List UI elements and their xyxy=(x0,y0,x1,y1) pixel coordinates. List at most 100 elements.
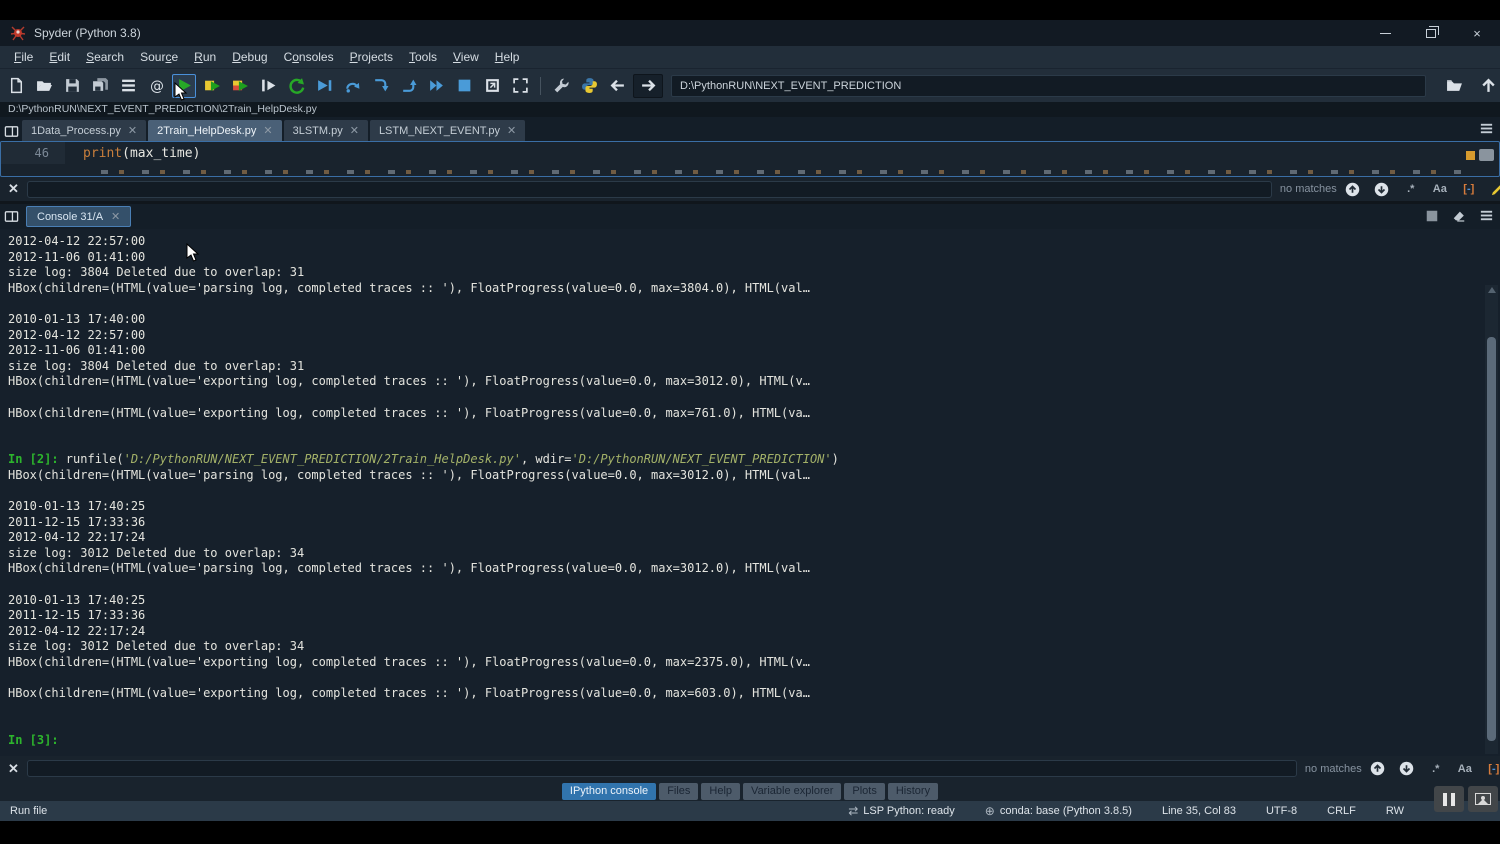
menu-consoles[interactable]: Consoles xyxy=(276,48,342,66)
console-line: 2012-11-06 01:41:00 xyxy=(8,343,1500,359)
whole-words-icon[interactable]: [-] xyxy=(1486,761,1500,777)
browse-consoles-icon[interactable] xyxy=(0,207,22,227)
preferences-button[interactable] xyxy=(549,74,573,98)
save-button[interactable] xyxy=(60,74,84,98)
console-tab-close-icon[interactable]: ✕ xyxy=(111,210,120,223)
find-close-icon[interactable]: ✕ xyxy=(8,181,19,197)
browse-tabs-icon[interactable] xyxy=(0,121,22,141)
step-into-button[interactable] xyxy=(368,74,392,98)
rerun-cell-button[interactable] xyxy=(284,74,308,98)
menu-run[interactable]: Run xyxy=(186,48,224,66)
code-editor[interactable]: 46 print(max_time) xyxy=(0,141,1500,177)
console-tab[interactable]: Console 31/A ✕ xyxy=(26,206,131,227)
file-switcher-button[interactable] xyxy=(116,74,140,98)
python-path-button[interactable] xyxy=(577,74,601,98)
find-symbols-button[interactable]: @ xyxy=(144,74,168,98)
find-status: no matches xyxy=(1305,763,1362,775)
maximize-pane-button[interactable] xyxy=(480,74,504,98)
console-line xyxy=(8,702,1500,718)
regex-icon[interactable]: .* xyxy=(1428,761,1444,777)
panel-tab-ipython-console[interactable]: IPython console xyxy=(562,783,656,800)
editor-tab-lstm-next-event-py[interactable]: LSTM_NEXT_EVENT.py✕ xyxy=(370,120,525,141)
console-line: size log: 3012 Deleted due to overlap: 3… xyxy=(8,546,1500,562)
find-close-icon[interactable]: ✕ xyxy=(8,761,19,777)
find-next-icon[interactable] xyxy=(1399,761,1415,777)
console-line: HBox(children=(HTML(value='exporting log… xyxy=(8,686,1500,702)
find-input[interactable] xyxy=(27,181,1272,198)
open-file-button[interactable] xyxy=(32,74,56,98)
console-line: size log: 3012 Deleted due to overlap: 3… xyxy=(8,639,1500,655)
highlight-matches-icon[interactable] xyxy=(1490,181,1500,197)
menu-help[interactable]: Help xyxy=(487,48,528,66)
code-line: print(max_time) xyxy=(65,146,200,161)
panel-tab-history[interactable]: History xyxy=(888,783,938,800)
tab-close-icon[interactable]: ✕ xyxy=(263,124,272,137)
case-sensitive-icon[interactable]: Aa xyxy=(1457,761,1473,777)
find-next-icon[interactable] xyxy=(1374,181,1390,197)
tab-close-icon[interactable]: ✕ xyxy=(128,124,137,137)
case-sensitive-icon[interactable]: Aa xyxy=(1432,181,1448,197)
tab-close-icon[interactable]: ✕ xyxy=(507,124,516,137)
close-button[interactable]: × xyxy=(1454,20,1500,46)
lsp-icon: ⇄ xyxy=(848,804,858,818)
console-line: 2012-04-12 22:57:00 xyxy=(8,328,1500,344)
ipython-console[interactable]: 2012-04-12 22:57:002012-11-06 01:41:00 si… xyxy=(0,229,1500,756)
remove-variables-icon[interactable] xyxy=(1451,209,1467,228)
editor-tab-2train-helpdesk-py[interactable]: 2Train_HelpDesk.py✕ xyxy=(148,120,281,141)
overlay-pause-button[interactable] xyxy=(1434,786,1464,812)
editor-tab-1data-process-py[interactable]: 1Data_Process.py✕ xyxy=(22,120,146,141)
toolbar-separator xyxy=(540,77,541,95)
editor-widget-icon[interactable] xyxy=(1479,149,1494,161)
run-selection-button[interactable] xyxy=(256,74,280,98)
menu-file[interactable]: File xyxy=(6,48,41,66)
browse-directory-button[interactable] xyxy=(1442,74,1466,98)
editor-tab-3lstm-py[interactable]: 3LSTM.py✕ xyxy=(284,120,368,141)
console-options-menu-icon[interactable] xyxy=(1479,208,1494,228)
menu-tools[interactable]: Tools xyxy=(401,48,445,66)
find-previous-icon[interactable] xyxy=(1345,181,1361,197)
regex-icon[interactable]: .* xyxy=(1403,181,1419,197)
panel-tab-help[interactable]: Help xyxy=(701,783,740,800)
find-input[interactable] xyxy=(27,760,1297,777)
interrupt-kernel-icon[interactable] xyxy=(1425,209,1439,228)
editor-options-menu-icon[interactable] xyxy=(1479,121,1494,141)
tab-close-icon[interactable]: ✕ xyxy=(350,124,359,137)
console-scrollbar-thumb[interactable] xyxy=(1487,337,1496,741)
minimize-button[interactable] xyxy=(1362,20,1408,46)
panel-tab-files[interactable]: Files xyxy=(659,783,698,800)
console-scrollbar[interactable] xyxy=(1485,285,1498,754)
forward-button[interactable] xyxy=(633,74,663,98)
run-cell-advance-button[interactable] xyxy=(228,74,252,98)
step-return-button[interactable] xyxy=(396,74,420,98)
status-bar: Run file ⇄LSP Python: ready⊕conda: base … xyxy=(0,801,1500,821)
run-cell-button[interactable] xyxy=(200,74,224,98)
panel-tab-variable-explorer[interactable]: Variable explorer xyxy=(743,783,841,800)
status-rw: RW xyxy=(1386,805,1404,817)
status-line-35-col-83: Line 35, Col 83 xyxy=(1162,805,1236,817)
continue-button[interactable] xyxy=(424,74,448,98)
debug-file-button[interactable] xyxy=(312,74,336,98)
fullscreen-button[interactable] xyxy=(508,74,532,98)
menu-source[interactable]: Source xyxy=(132,48,186,66)
step-over-button[interactable] xyxy=(340,74,364,98)
menu-debug[interactable]: Debug xyxy=(224,48,275,66)
save-all-button[interactable] xyxy=(88,74,112,98)
stop-button[interactable] xyxy=(452,74,476,98)
console-line: 2010-01-13 17:40:00 xyxy=(8,312,1500,328)
menu-projects[interactable]: Projects xyxy=(342,48,401,66)
restore-button[interactable] xyxy=(1408,20,1454,46)
console-tab-bar: Console 31/A ✕ xyxy=(0,204,1500,229)
menu-search[interactable]: Search xyxy=(78,48,132,66)
menu-view[interactable]: View xyxy=(445,48,487,66)
overlay-pip-button[interactable] xyxy=(1468,786,1498,812)
whole-words-icon[interactable]: [-] xyxy=(1461,181,1477,197)
line-number: 46 xyxy=(1,142,65,164)
scrollbar-up-arrow-icon[interactable] xyxy=(1488,287,1496,293)
working-directory-input[interactable] xyxy=(671,75,1426,97)
new-file-button[interactable] xyxy=(4,74,28,98)
menu-edit[interactable]: Edit xyxy=(41,48,78,66)
find-previous-icon[interactable] xyxy=(1370,761,1386,777)
panel-tab-plots[interactable]: Plots xyxy=(844,783,884,800)
back-button[interactable] xyxy=(605,74,629,98)
parent-directory-button[interactable] xyxy=(1476,74,1500,98)
